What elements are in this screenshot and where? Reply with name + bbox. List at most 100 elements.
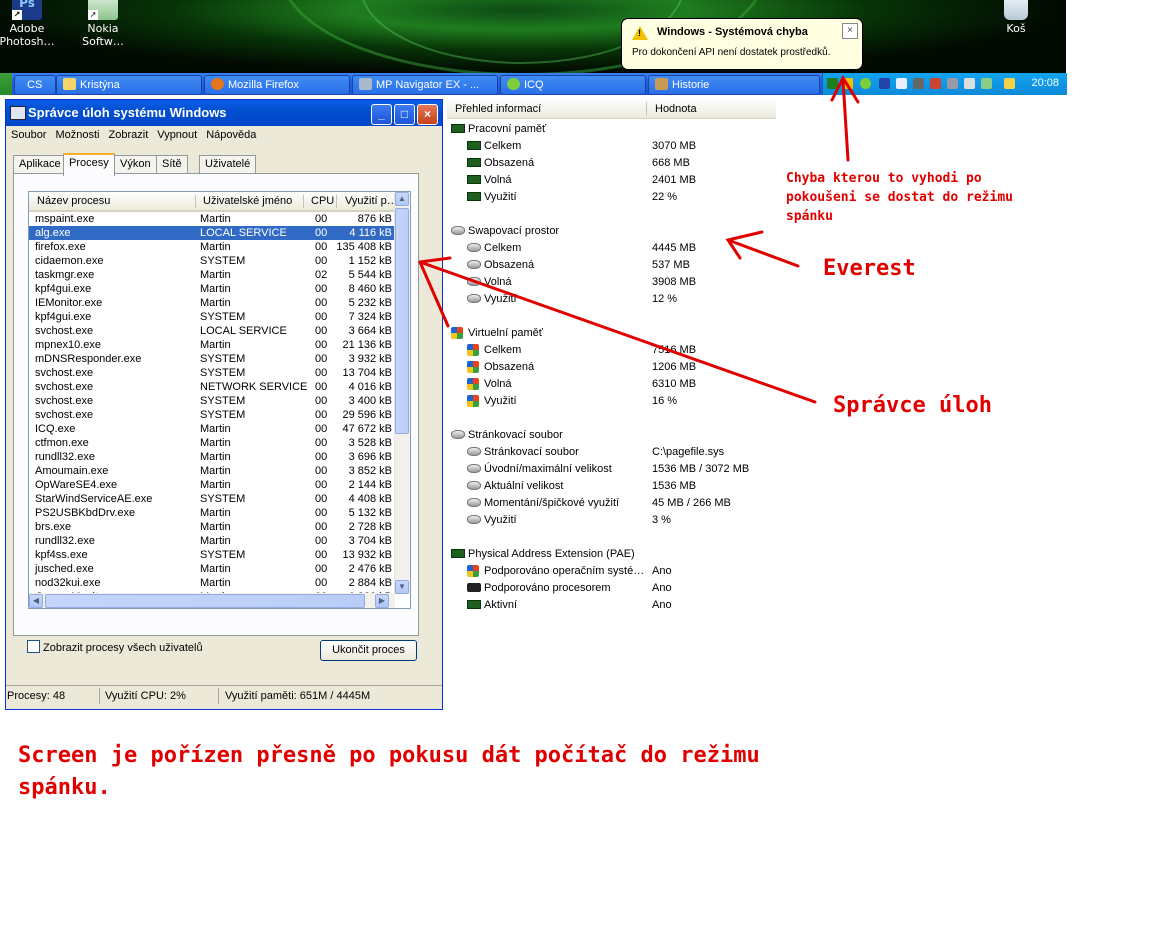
- minimize-button[interactable]: _: [371, 104, 392, 125]
- everest-group-row[interactable]: Stránkovací soubor: [447, 427, 776, 443]
- everest-item-row[interactable]: Obsazená 537 MB: [447, 257, 776, 273]
- table-row[interactable]: rundll32.exe Martin 00 3 696 kB: [29, 450, 395, 464]
- everest-group-row[interactable]: Pracovní paměť: [447, 121, 776, 137]
- everest-item-row[interactable]: Využití 22 %: [447, 189, 776, 205]
- taskbar-button-kristyna[interactable]: Kristýna: [56, 75, 202, 95]
- taskbar-button-icq[interactable]: ICQ: [500, 75, 646, 95]
- everest-group-row[interactable]: Swapovací prostor: [447, 223, 776, 239]
- table-row[interactable]: mpnex10.exe Martin 00 21 136 kB: [29, 338, 395, 352]
- desktop-icon-photoshop[interactable]: Ps ↗ Adobe Photosh…: [0, 0, 62, 48]
- table-row[interactable]: ctfmon.exe Martin 00 3 528 kB: [29, 436, 395, 450]
- table-row[interactable]: jusched.exe Martin 00 2 476 kB: [29, 562, 395, 576]
- everest-group-row[interactable]: Physical Address Extension (PAE): [447, 546, 776, 562]
- everest-item-row[interactable]: Obsazená 668 MB: [447, 155, 776, 171]
- icq-tray-icon[interactable]: [860, 78, 871, 89]
- table-row[interactable]: Amoumain.exe Martin 00 3 852 kB: [29, 464, 395, 478]
- column-value[interactable]: Hodnota: [655, 103, 697, 115]
- table-row[interactable]: ICQ.exe Martin 00 47 672 kB: [29, 422, 395, 436]
- tab-aplikace[interactable]: Aplikace: [13, 155, 67, 173]
- table-row[interactable]: firefox.exe Martin 00 135 408 kB: [29, 240, 395, 254]
- taskbar-button-cs[interactable]: CS: [14, 75, 56, 95]
- menu-zobrazit[interactable]: Zobrazit: [104, 127, 153, 141]
- end-process-button[interactable]: Ukončit proces: [320, 640, 417, 661]
- horizontal-scrollbar[interactable]: ◀ ▶: [29, 593, 395, 608]
- vertical-scrollbar[interactable]: ▲ ▼: [394, 192, 410, 594]
- everest-item-row[interactable]: Celkem 4445 MB: [447, 240, 776, 256]
- scroll-up-icon[interactable]: ▲: [395, 192, 409, 206]
- taskbar-button-mp-navigator[interactable]: MP Navigator EX - ...: [352, 75, 498, 95]
- column-info[interactable]: Přehled informací: [455, 103, 541, 115]
- column-process-name[interactable]: Název procesu: [37, 195, 110, 207]
- table-row[interactable]: svchost.exe SYSTEM 00 29 596 kB: [29, 408, 395, 422]
- column-user-name[interactable]: Uživatelské jméno: [203, 195, 292, 207]
- table-row[interactable]: kpf4gui.exe SYSTEM 00 7 324 kB: [29, 310, 395, 324]
- table-row[interactable]: mspaint.exe Martin 00 876 kB: [29, 212, 395, 226]
- table-row[interactable]: svchost.exe NETWORK SERVICE 00 4 016 kB: [29, 380, 395, 394]
- everest-item-row[interactable]: Využití 16 %: [447, 393, 776, 409]
- everest-item-row[interactable]: Volná 2401 MB: [447, 172, 776, 188]
- everest-item-row[interactable]: Volná 6310 MB: [447, 376, 776, 392]
- table-row[interactable]: brs.exe Martin 00 2 728 kB: [29, 520, 395, 534]
- antivirus-tray-icon[interactable]: [930, 78, 941, 89]
- process-list[interactable]: Název procesu Uživatelské jméno CPU Využ…: [28, 191, 411, 609]
- table-row[interactable]: svchost.exe SYSTEM 00 13 704 kB: [29, 366, 395, 380]
- start-button[interactable]: [0, 73, 12, 95]
- table-row[interactable]: nod32kui.exe Martin 00 2 884 kB: [29, 576, 395, 590]
- checkbox-box[interactable]: [27, 640, 40, 653]
- table-row[interactable]: svchost.exe LOCAL SERVICE 00 3 664 kB: [29, 324, 395, 338]
- everest-item-row[interactable]: Využití 12 %: [447, 291, 776, 307]
- tab-procesy[interactable]: Procesy: [63, 153, 115, 176]
- table-row[interactable]: cidaemon.exe SYSTEM 00 1 152 kB: [29, 254, 395, 268]
- table-row[interactable]: alg.exe LOCAL SERVICE 00 4 116 kB: [29, 226, 395, 240]
- everest-item-row[interactable]: Využití 3 %: [447, 512, 776, 528]
- table-row[interactable]: mDNSResponder.exe SYSTEM 00 3 932 kB: [29, 352, 395, 366]
- everest-item-row[interactable]: Podporováno procesorem Ano: [447, 580, 776, 596]
- everest-group-row[interactable]: Virtuelní paměť: [447, 325, 776, 341]
- warning-tray-icon[interactable]: [842, 78, 853, 89]
- tab-site[interactable]: Sítě: [156, 155, 188, 173]
- desktop-icon-recycle-bin[interactable]: Koš: [981, 0, 1051, 35]
- scroll-thumb[interactable]: [395, 208, 409, 434]
- everest-item-row[interactable]: Stránkovací soubor C:\pagefile.sys: [447, 444, 776, 460]
- clock[interactable]: 20:08: [1031, 77, 1059, 89]
- table-row[interactable]: kpf4gui.exe Martin 00 8 460 kB: [29, 282, 395, 296]
- table-row[interactable]: svchost.exe SYSTEM 00 3 400 kB: [29, 394, 395, 408]
- menu-napoveda[interactable]: Nápověda: [201, 127, 260, 141]
- table-row[interactable]: rundll32.exe Martin 00 3 704 kB: [29, 534, 395, 548]
- everest-item-row[interactable]: Celkem 3070 MB: [447, 138, 776, 154]
- scroll-down-icon[interactable]: ▼: [395, 580, 409, 594]
- tab-vykon[interactable]: Výkon: [114, 155, 157, 173]
- usb-tray-icon[interactable]: [947, 78, 958, 89]
- everest-tray-icon[interactable]: [827, 78, 838, 89]
- maximize-button[interactable]: □: [394, 104, 415, 125]
- table-row[interactable]: OpWareSE4.exe Martin 00 2 144 kB: [29, 478, 395, 492]
- table-row[interactable]: PS2USBKbdDrv.exe Martin 00 5 132 kB: [29, 506, 395, 520]
- everest-item-row[interactable]: Obsazená 1206 MB: [447, 359, 776, 375]
- column-cpu[interactable]: CPU: [311, 195, 334, 207]
- menu-moznosti[interactable]: Možnosti: [50, 127, 103, 141]
- update-tray-icon[interactable]: [1004, 78, 1015, 89]
- taskbar-button-firefox[interactable]: Mozilla Firefox: [204, 75, 350, 95]
- everest-item-row[interactable]: Celkem 7516 MB: [447, 342, 776, 358]
- safely-remove-tray-icon[interactable]: [981, 78, 992, 89]
- everest-item-row[interactable]: Momentání/špičkové využití 45 MB / 266 MB: [447, 495, 776, 511]
- table-row[interactable]: StarWindServiceAE.exe SYSTEM 00 4 408 kB: [29, 492, 395, 506]
- table-row[interactable]: taskmgr.exe Martin 02 5 544 kB: [29, 268, 395, 282]
- table-row[interactable]: kpf4ss.exe SYSTEM 00 13 932 kB: [29, 548, 395, 562]
- network-tray-icon[interactable]: [896, 78, 907, 89]
- volume-tray-icon[interactable]: [964, 78, 975, 89]
- everest-item-row[interactable]: Úvodní/maximální velikost 1536 MB / 3072 …: [447, 461, 776, 477]
- taskbar-button-historie[interactable]: Historie: [648, 75, 820, 95]
- scroll-right-icon[interactable]: ▶: [375, 594, 389, 608]
- everest-item-row[interactable]: Podporováno operačním systé… Ano: [447, 563, 776, 579]
- desktop-icon-nokia[interactable]: ↗ Nokia Softw…: [68, 0, 138, 48]
- scroll-left-icon[interactable]: ◀: [29, 594, 43, 608]
- device-tray-icon[interactable]: [913, 78, 924, 89]
- close-button[interactable]: ×: [417, 104, 438, 125]
- everest-item-row[interactable]: Volná 3908 MB: [447, 274, 776, 290]
- everest-item-row[interactable]: Aktuální velikost 1536 MB: [447, 478, 776, 494]
- tab-uzivatele[interactable]: Uživatelé: [199, 155, 257, 173]
- menu-soubor[interactable]: Soubor: [6, 127, 50, 141]
- balloon-close-button[interactable]: ×: [842, 23, 858, 39]
- everest-item-row[interactable]: Aktivní Ano: [447, 597, 776, 613]
